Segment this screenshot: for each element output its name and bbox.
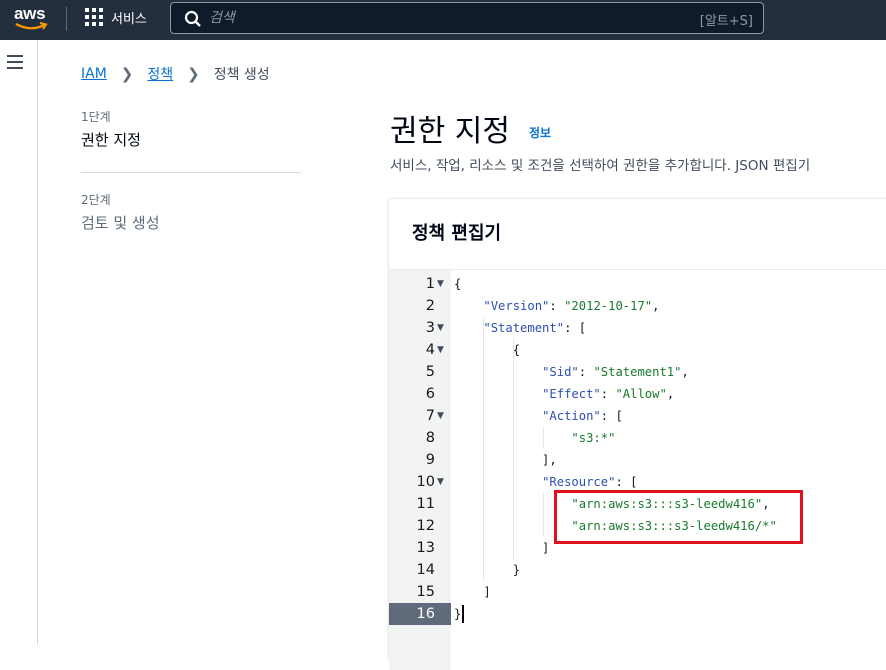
line-number: 14 (416, 562, 435, 578)
code-line: { (454, 343, 521, 357)
line-number: 11 (416, 496, 435, 512)
code-line: "s3:*" (571, 431, 616, 445)
step-divider (81, 172, 301, 173)
indent-guide (543, 493, 544, 537)
annotation-highlight-box (554, 490, 803, 544)
line-number: 4 (425, 342, 435, 358)
wizard-step-1[interactable]: 1단계 권한 지정 (81, 108, 301, 150)
side-navigation-rail (0, 40, 38, 645)
line-number: 2 (425, 298, 435, 314)
code-line: } (454, 563, 521, 577)
step-number: 1단계 (81, 110, 111, 124)
breadcrumb-policies[interactable]: 정책 (147, 64, 173, 84)
chevron-right-icon: ❯ (187, 65, 200, 83)
services-grid-icon[interactable] (85, 8, 103, 26)
fold-arrow-icon[interactable]: ▼ (437, 339, 447, 361)
line-number: 1 (425, 276, 435, 292)
code-line: ], (454, 453, 557, 467)
line-number: 10 (416, 474, 435, 490)
nav-separator (66, 7, 67, 31)
breadcrumb-create-policy: 정책 생성 (213, 67, 270, 83)
top-nav-bar: aws 서비스 [알트+S] (0, 0, 886, 40)
line-number-gutter: 1 ▼ 2 3 ▼ 4 ▼ 5 6 7 ▼ 8 9 10 ▼ 11 12 13 14 15 16 (389, 270, 451, 670)
aws-logo-text: aws (14, 4, 46, 23)
indent-guide (483, 317, 484, 581)
indent-guide (513, 339, 514, 559)
search-icon (184, 10, 201, 27)
info-link[interactable]: 정보 (529, 124, 551, 141)
page-description: 서비스, 작업, 리소스 및 조건을 선택하여 권한을 추가합니다. JSON … (390, 158, 811, 174)
fold-arrow-icon[interactable]: ▼ (437, 273, 447, 295)
breadcrumb: IAM ❯ 정책 ❯ 정책 생성 (81, 64, 270, 84)
chevron-right-icon: ❯ (120, 65, 134, 83)
line-number: 5 (425, 364, 435, 380)
policy-editor-panel: 정책 편집기 1 ▼ 2 3 ▼ 4 ▼ 5 6 7 ▼ 8 9 10 ▼ 11 12 13 14 15 16 { "V… (388, 198, 886, 670)
page-title: 권한 지정 (390, 114, 510, 149)
indent-guide (543, 427, 544, 449)
step-title: 검토 및 생성 (81, 214, 160, 232)
code-content[interactable]: { "Version": "2012-10-17", "Statement": … (451, 270, 886, 670)
wizard-step-2[interactable]: 2단계 검토 및 생성 (81, 191, 301, 233)
line-number: 7 (425, 408, 435, 424)
code-line: "Sid": "Statement1", (542, 365, 689, 379)
fold-arrow-icon[interactable]: ▼ (437, 317, 447, 339)
code-line: ] (454, 541, 550, 555)
code-line: "Action": [ (542, 409, 623, 423)
wizard-steps: 1단계 권한 지정 2단계 검토 및 생성 (81, 108, 301, 233)
step-title: 권한 지정 (81, 131, 141, 149)
line-number: 6 (425, 386, 435, 402)
search-input[interactable] (209, 8, 659, 28)
breadcrumb-iam[interactable]: IAM (81, 66, 107, 82)
line-number: 13 (416, 540, 435, 556)
text-caret (462, 605, 464, 623)
step-number: 2단계 (81, 193, 111, 207)
code-line: ] (454, 585, 491, 599)
line-number: 9 (425, 452, 435, 468)
search-shortcut-hint: [알트+S] (699, 14, 753, 29)
policy-editor-title: 정책 편집기 (412, 223, 502, 244)
code-editor[interactable]: 1 ▼ 2 3 ▼ 4 ▼ 5 6 7 ▼ 8 9 10 ▼ 11 12 13 14 15 16 { "Version"… (389, 269, 886, 670)
aws-logo[interactable]: aws (12, 3, 52, 35)
line-number: 15 (416, 584, 435, 600)
code-line: "Effect": "Allow", (542, 387, 675, 401)
code-line: "Version": "2012-10-17", (483, 299, 660, 313)
code-line: "Statement": [ (483, 321, 587, 335)
line-number: 8 (425, 430, 435, 446)
line-number: 16 (416, 606, 435, 622)
search-box[interactable]: [알트+S] (170, 2, 764, 34)
line-number: 3 (425, 320, 435, 336)
fold-arrow-icon[interactable]: ▼ (437, 471, 447, 493)
menu-icon[interactable] (7, 55, 23, 69)
code-line: } (454, 607, 462, 621)
line-number: 12 (416, 518, 435, 534)
services-menu-button[interactable]: 서비스 (111, 8, 147, 27)
aws-smile-icon (15, 22, 48, 30)
code-line: { (454, 277, 462, 291)
fold-arrow-icon[interactable]: ▼ (437, 405, 447, 427)
